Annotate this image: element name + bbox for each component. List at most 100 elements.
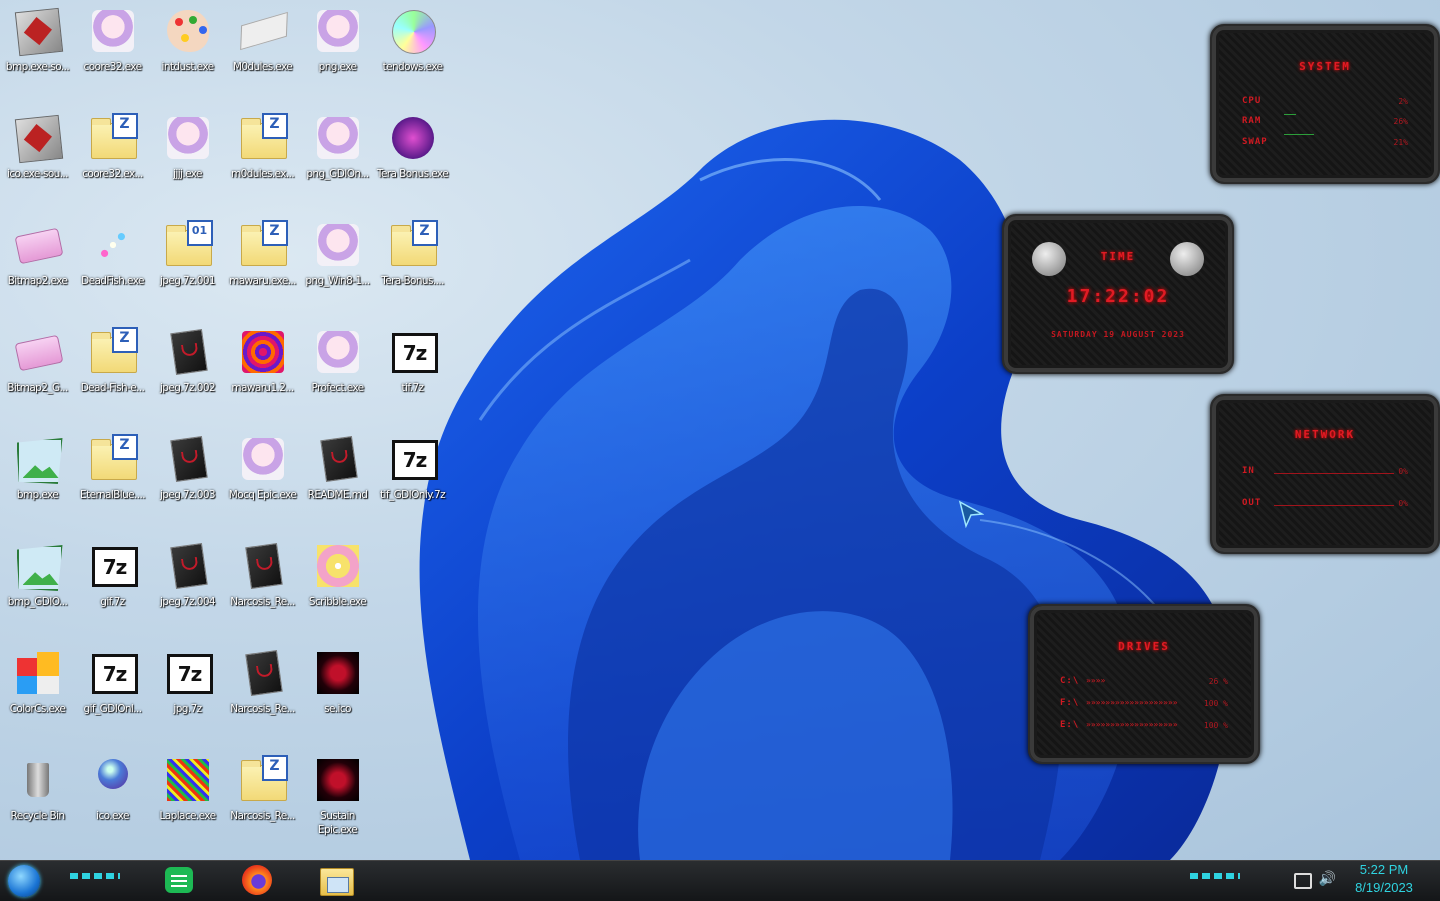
- disc-icon: [388, 6, 438, 56]
- desktop-icon[interactable]: Sustain Epic.exe: [300, 749, 375, 854]
- desktop-icon[interactable]: DeadFish.exe: [75, 214, 150, 319]
- desktop-icon[interactable]: png_Win8-1...: [300, 214, 375, 319]
- system-widget-title: SYSTEM: [1299, 60, 1351, 73]
- doc-icon: [238, 541, 288, 591]
- system-widget[interactable]: SYSTEM CPU 2% RAM 26% SWAP 21%: [1210, 24, 1440, 184]
- anime-icon: [88, 6, 138, 56]
- desktop-icon-label: README.md: [307, 489, 368, 501]
- desktop-icon[interactable]: jpeg.7z.003: [150, 428, 225, 533]
- desktop-icon[interactable]: 7z jpg.7z: [150, 642, 225, 747]
- desktop-icon-label: bmp.exe: [16, 489, 59, 501]
- desktop-icon[interactable]: se.ico: [300, 642, 375, 747]
- drive-f-bar: »»»»»»»»»»»»»»»»»»»: [1086, 698, 1178, 707]
- start-orb-icon: [8, 865, 40, 897]
- system-ram-value: 26%: [1393, 117, 1408, 126]
- taskbar-firefox[interactable]: [238, 864, 278, 898]
- 7z-icon: 7z: [388, 327, 438, 377]
- network-in-label: IN: [1242, 466, 1255, 476]
- desktop-icon-label: Dead-Fish-e...: [80, 382, 145, 394]
- desktop-icon-label: ico.exe: [96, 810, 129, 822]
- desktop-icon[interactable]: README.md: [300, 428, 375, 533]
- desktop-icon-label: jpeg.7z.004: [159, 596, 216, 608]
- desktop-icon[interactable]: 7z tif_GDIOnly.7z: [375, 428, 450, 533]
- desktop-icon[interactable]: jpeg.7z.002: [150, 321, 225, 426]
- network-tray-icon[interactable]: [1294, 873, 1312, 889]
- start-button[interactable]: [6, 864, 46, 898]
- desktop-icon[interactable]: 7z gif_GDIOnl...: [75, 642, 150, 747]
- desktop-icon[interactable]: mawaru1.2...: [225, 321, 300, 426]
- system-ram-graph: [1284, 134, 1314, 135]
- desktop-icon[interactable]: Recycle Bin: [0, 749, 75, 854]
- desktop-icon[interactable]: ico.exe: [75, 749, 150, 854]
- desktop-icon[interactable]: jpeg.7z.004: [150, 535, 225, 640]
- desktop-icon[interactable]: Zmawaru.exe...: [225, 214, 300, 319]
- notes-app-icon: [165, 867, 193, 893]
- drives-widget[interactable]: DRIVES C:\ »»»» 26 % F:\ »»»»»»»»»»»»»»»…: [1028, 604, 1260, 764]
- time-widget[interactable]: TIME 17:22:02 SATURDAY 19 AUGUST 2023: [1002, 214, 1234, 374]
- desktop-icon[interactable]: png.exe: [300, 0, 375, 105]
- desktop-icon[interactable]: Narcosis_Re...: [225, 535, 300, 640]
- desktop[interactable]: bmp.exe-so... coore32.exe intdust.exe M0dul…: [0, 0, 1440, 860]
- desktop-icon-label: jpeg.7z.001: [159, 275, 216, 287]
- folder-z-icon: Z: [88, 327, 138, 377]
- desktop-icon-label: DeadFish.exe: [81, 275, 144, 287]
- desktop-icon[interactable]: Mocq Epic.exe: [225, 428, 300, 533]
- desktop-icon[interactable]: Z Narcosis_Re...: [225, 749, 300, 854]
- network-out-label: OUT: [1242, 498, 1262, 508]
- desktop-icon[interactable]: tendows.exe: [375, 0, 450, 105]
- desktop-icon-label: bmp_GDIO...: [7, 596, 68, 608]
- taskbar-clock[interactable]: 5:22 PM 8/19/2023: [1344, 861, 1424, 897]
- firefox-icon: [242, 865, 272, 895]
- desktop-icon[interactable]: bmp_GDIO...: [0, 535, 75, 640]
- taskbar-file-explorer[interactable]: [316, 864, 356, 898]
- desktop-icon[interactable]: Bitmap2.exe: [0, 214, 75, 319]
- desktop-icon[interactable]: Bitmap2_G...: [0, 321, 75, 426]
- desktop-icon[interactable]: 7z tif.7z: [375, 321, 450, 426]
- desktop-icon[interactable]: Z Dead-Fish-e...: [75, 321, 150, 426]
- desktop-icon[interactable]: Zcoore32.ex...: [75, 107, 150, 212]
- desktop-icon[interactable]: ColorCs.exe: [0, 642, 75, 747]
- desktop-icon[interactable]: intdust.exe: [150, 0, 225, 105]
- desktop-icon[interactable]: ico.exe-sou...: [0, 107, 75, 212]
- desktop-icon[interactable]: png_GDIOn...: [300, 107, 375, 212]
- desktop-icon[interactable]: Tera Bonus.exe: [375, 107, 450, 212]
- desktop-icon-label: Narcosis_Re...: [230, 596, 295, 608]
- network-in-value: 0%: [1398, 467, 1408, 476]
- desktop-icon-label: mawaru.exe...: [229, 275, 296, 287]
- anime-icon: [313, 327, 363, 377]
- desktop-icon[interactable]: Zm0dules.ex...: [225, 107, 300, 212]
- drive-f-value: 100 %: [1203, 699, 1228, 708]
- network-widget[interactable]: NETWORK IN 0% OUT 0%: [1210, 394, 1440, 554]
- desktop-icon[interactable]: 01 jpeg.7z.001: [150, 214, 225, 319]
- globe-icon: [88, 755, 138, 805]
- desktop-icon-label: Mocq Epic.exe: [228, 489, 297, 501]
- image-icon: [13, 541, 63, 591]
- taskbar-cyan-decoration: [70, 873, 120, 879]
- desktop-icon[interactable]: Z EternalBlue....: [75, 428, 150, 533]
- desktop-icon[interactable]: M0dules.exe: [225, 0, 300, 105]
- anime-icon: [163, 113, 213, 163]
- volume-tray-icon[interactable]: 🔊: [1319, 871, 1336, 887]
- taskbar-date: 8/19/2023: [1355, 880, 1413, 895]
- desktop-icon-label: Tera-Bonus....: [381, 275, 444, 287]
- folder-01-icon: 01: [163, 220, 213, 270]
- desktop-icon[interactable]: Profect.exe: [300, 321, 375, 426]
- desktop-icon-label: m0dules.ex...: [230, 168, 295, 180]
- folder-z-icon: Z: [238, 220, 288, 270]
- desktop-icon[interactable]: bmp.exe-so...: [0, 0, 75, 105]
- desktop-icon[interactable]: Narcosis_Re...: [225, 642, 300, 747]
- desktop-icon[interactable]: 7z gif.7z: [75, 535, 150, 640]
- desktop-icon[interactable]: coore32.exe: [75, 0, 150, 105]
- desktop-icon[interactable]: Laplace.exe: [150, 749, 225, 854]
- folder-z-icon: Z: [238, 113, 288, 163]
- desktop-icon[interactable]: Scribble.exe: [300, 535, 375, 640]
- desktop-icon[interactable]: jjjj.exe: [150, 107, 225, 212]
- desktop-icon-label: jpeg.7z.002: [159, 382, 216, 394]
- desktop-icon[interactable]: bmp.exe: [0, 428, 75, 533]
- taskbar: 🔊 5:22 PM 8/19/2023: [0, 860, 1440, 901]
- desktop-icon-label: M0dules.exe: [232, 61, 293, 73]
- folder-z-icon: Z: [88, 113, 138, 163]
- taskbar-notes-app[interactable]: [160, 864, 200, 898]
- desktop-icon[interactable]: Z Tera-Bonus....: [375, 214, 450, 319]
- drive-e-bar: »»»»»»»»»»»»»»»»»»»: [1086, 720, 1178, 729]
